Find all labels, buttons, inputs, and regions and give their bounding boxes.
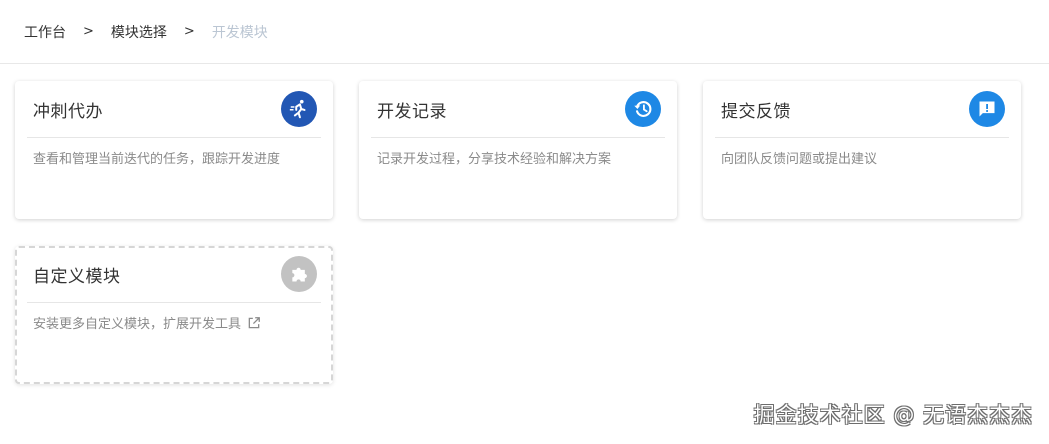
feedback-icon (969, 91, 1005, 127)
history-icon (625, 91, 661, 127)
card-description: 向团队反馈问题或提出建议 (721, 152, 878, 167)
card-header: 提交反馈 (715, 81, 1009, 138)
breadcrumb-current: 开发模块 (211, 24, 268, 41)
running-person-icon (281, 91, 317, 127)
card-description: 查看和管理当前迭代的任务，跟踪开发进度 (33, 152, 281, 167)
card-description: 记录开发过程，分享技术经验和解决方案 (377, 152, 612, 167)
card-header: 自定义模块 (27, 246, 321, 303)
watermark: 掘金技术社区 @ 无语杰杰杰 (753, 403, 1033, 427)
card-dev-record[interactable]: 开发记录 记录开发过程，分享技术经验和解决方案 (359, 81, 677, 219)
card-sprint-todo[interactable]: 冲刺代办 查看和管理当前迭代的任务，跟踪开发进度 (15, 81, 333, 219)
puzzle-icon (281, 256, 317, 292)
card-title: 开发记录 (377, 102, 447, 122)
card-title: 提交反馈 (721, 102, 791, 122)
card-title: 冲刺代办 (33, 102, 103, 122)
external-link-icon[interactable] (247, 316, 261, 330)
card-title: 自定义模块 (33, 267, 121, 287)
breadcrumb-workbench[interactable]: 工作台 (24, 22, 66, 42)
card-header: 开发记录 (371, 81, 665, 138)
card-header: 冲刺代办 (27, 81, 321, 138)
card-description: 安装更多自定义模块，扩展开发工具 (33, 313, 261, 332)
breadcrumb: 工作台 > 模块选择 > 开发模块 (0, 0, 1049, 64)
card-description-text: 安装更多自定义模块，扩展开发工具 (33, 317, 242, 332)
breadcrumb-separator: > (83, 24, 94, 39)
breadcrumb-separator: > (183, 24, 195, 39)
card-custom-module[interactable]: 自定义模块 安装更多自定义模块，扩展开发工具 (15, 246, 333, 384)
card-feedback[interactable]: 提交反馈 向团队反馈问题或提出建议 (703, 81, 1021, 219)
breadcrumb-module-select[interactable]: 模块选择 (111, 22, 167, 42)
